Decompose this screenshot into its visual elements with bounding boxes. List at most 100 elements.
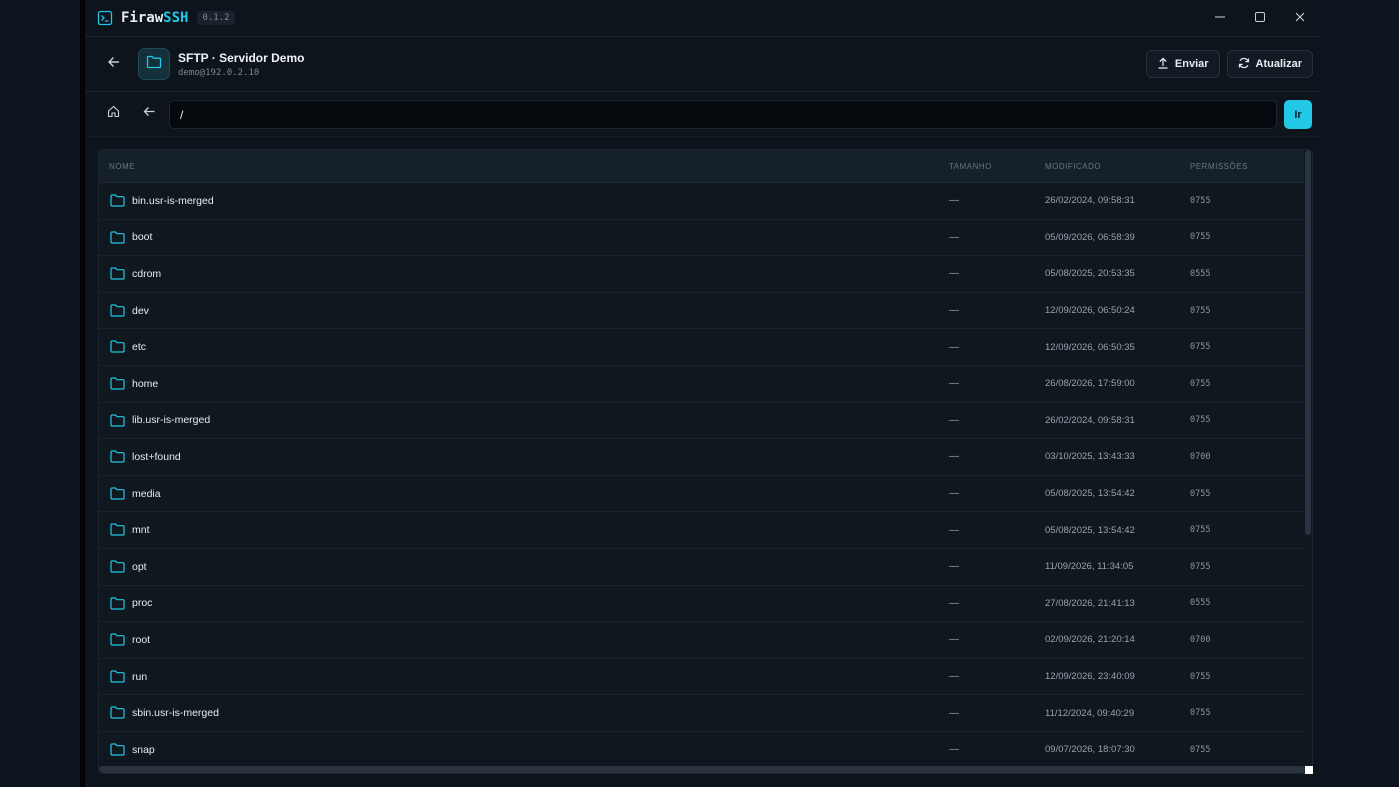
table-header: NOME TAMANHO MODIFICADO PERMISSÕES bbox=[99, 150, 1312, 183]
row-modified: 03/10/2025, 13:43:33 bbox=[1045, 451, 1135, 463]
close-button[interactable] bbox=[1280, 0, 1320, 37]
table-body: bin.usr-is-merged — 26/02/2024, 09:58:31… bbox=[99, 183, 1305, 769]
header-actions: Enviar Atualizar bbox=[1145, 50, 1313, 78]
table-row[interactable]: mnt — 05/08/2025, 13:54:42 0755 bbox=[99, 512, 1305, 549]
refresh-icon bbox=[1238, 57, 1250, 72]
minimize-button[interactable] bbox=[1200, 0, 1240, 37]
row-modified: 26/02/2024, 09:58:31 bbox=[1045, 414, 1135, 426]
row-name: media bbox=[132, 487, 161, 500]
background-left bbox=[0, 0, 80, 787]
column-header-permissions[interactable]: PERMISSÕES bbox=[1190, 162, 1248, 171]
upload-button[interactable]: Enviar bbox=[1145, 50, 1220, 78]
vertical-scrollbar-thumb[interactable] bbox=[1305, 150, 1311, 535]
row-size: — bbox=[949, 634, 959, 646]
row-modified: 11/09/2026, 11:34:05 bbox=[1045, 561, 1134, 573]
table-row[interactable]: lost+found — 03/10/2025, 13:43:33 0700 bbox=[99, 439, 1305, 476]
row-name: etc bbox=[132, 341, 147, 354]
table-row[interactable]: run — 12/09/2026, 23:40:09 0755 bbox=[99, 659, 1305, 696]
folder-icon bbox=[110, 340, 125, 353]
row-size: — bbox=[949, 744, 959, 756]
row-modified: 11/12/2024, 09:40:29 bbox=[1045, 707, 1135, 719]
horizontal-scrollbar[interactable] bbox=[99, 766, 1305, 773]
vertical-scrollbar-track[interactable] bbox=[1304, 150, 1312, 773]
row-name: dev bbox=[132, 304, 149, 317]
window-controls bbox=[1200, 0, 1320, 37]
column-header-name[interactable]: NOME bbox=[109, 162, 135, 171]
connection-folder-badge bbox=[138, 48, 170, 80]
row-permissions: 0755 bbox=[1190, 232, 1211, 243]
row-name: opt bbox=[132, 560, 147, 573]
arrow-left-icon bbox=[107, 55, 121, 74]
row-size: — bbox=[949, 378, 959, 390]
row-permissions: 0755 bbox=[1190, 708, 1211, 719]
folder-icon bbox=[110, 194, 125, 207]
row-modified: 05/08/2025, 13:54:42 bbox=[1045, 524, 1135, 536]
back-button[interactable] bbox=[103, 53, 125, 75]
path-back-button[interactable] bbox=[141, 106, 157, 122]
table-row[interactable]: lib.usr-is-merged — 26/02/2024, 09:58:31… bbox=[99, 403, 1305, 440]
table-row[interactable]: boot — 05/09/2026, 06:58:39 0755 bbox=[99, 220, 1305, 257]
table-row[interactable]: root — 02/09/2026, 21:20:14 0700 bbox=[99, 622, 1305, 659]
go-button[interactable]: Ir bbox=[1284, 100, 1312, 129]
row-size: — bbox=[949, 231, 959, 243]
table-row[interactable]: bin.usr-is-merged — 26/02/2024, 09:58:31… bbox=[99, 183, 1305, 220]
maximize-button[interactable] bbox=[1240, 0, 1280, 37]
folder-icon bbox=[110, 670, 125, 683]
column-header-modified[interactable]: MODIFICADO bbox=[1045, 162, 1101, 171]
row-name: root bbox=[132, 633, 151, 646]
row-name: bin.usr-is-merged bbox=[132, 194, 214, 207]
home-icon bbox=[107, 105, 120, 123]
row-modified: 05/09/2026, 06:58:39 bbox=[1045, 231, 1135, 243]
path-input[interactable] bbox=[169, 100, 1277, 129]
maximize-icon bbox=[1254, 10, 1266, 28]
path-bar: Ir bbox=[85, 92, 1320, 137]
upload-icon bbox=[1157, 57, 1169, 72]
row-permissions: 0755 bbox=[1190, 561, 1211, 572]
table-row[interactable]: dev — 12/09/2026, 06:50:24 0755 bbox=[99, 293, 1305, 330]
row-name: snap bbox=[132, 743, 155, 756]
title-bar: FirawSSH 0.1.2 bbox=[85, 0, 1320, 37]
table-row[interactable]: proc — 27/08/2026, 21:41:13 0555 bbox=[99, 586, 1305, 623]
table-row[interactable]: cdrom — 05/08/2025, 20:53:35 0555 bbox=[99, 256, 1305, 293]
row-size: — bbox=[949, 561, 959, 573]
refresh-button[interactable]: Atualizar bbox=[1226, 50, 1313, 78]
table-row[interactable]: home — 26/08/2026, 17:59:00 0755 bbox=[99, 366, 1305, 403]
row-name: home bbox=[132, 377, 159, 390]
folder-icon bbox=[110, 413, 125, 427]
app-name-accent: SSH bbox=[163, 10, 189, 26]
folder-icon bbox=[110, 450, 125, 463]
row-modified: 27/08/2026, 21:41:13 bbox=[1045, 597, 1135, 609]
row-permissions: 0755 bbox=[1190, 525, 1211, 536]
table-row[interactable]: media — 05/08/2025, 13:54:42 0755 bbox=[99, 476, 1305, 513]
folder-icon bbox=[110, 377, 125, 390]
connection-title: SFTP · Servidor Demo bbox=[178, 50, 305, 65]
row-modified: 09/07/2026, 18:07:30 bbox=[1045, 744, 1135, 756]
row-permissions: 0700 bbox=[1190, 451, 1211, 462]
column-header-size[interactable]: TAMANHO bbox=[949, 162, 992, 171]
row-permissions: 0755 bbox=[1190, 378, 1211, 389]
connection-host: demo@192.0.2.10 bbox=[178, 67, 260, 78]
folder-icon bbox=[110, 596, 125, 610]
version-badge: 0.1.2 bbox=[197, 11, 235, 25]
row-size: — bbox=[949, 414, 959, 426]
table-row[interactable]: sbin.usr-is-merged — 11/12/2024, 09:40:2… bbox=[99, 695, 1305, 732]
row-size: — bbox=[949, 707, 959, 719]
row-modified: 12/09/2026, 23:40:09 bbox=[1045, 671, 1135, 683]
row-permissions: 0755 bbox=[1190, 305, 1211, 316]
app-window: FirawSSH 0.1.2 SFTP · Servidor Demo demo… bbox=[85, 0, 1320, 787]
row-size: — bbox=[949, 597, 959, 609]
table-row[interactable]: etc — 12/09/2026, 06:50:35 0755 bbox=[99, 329, 1305, 366]
row-name: mnt bbox=[132, 524, 150, 537]
arrow-left-icon bbox=[143, 105, 156, 123]
home-button[interactable] bbox=[105, 105, 121, 123]
folder-icon bbox=[110, 304, 125, 317]
row-modified: 12/09/2026, 06:50:35 bbox=[1045, 341, 1135, 353]
table-row[interactable]: snap — 09/07/2026, 18:07:30 0755 bbox=[99, 732, 1305, 769]
close-icon bbox=[1294, 10, 1306, 28]
row-permissions: 0755 bbox=[1190, 488, 1211, 499]
row-size: — bbox=[949, 305, 959, 317]
table-row[interactable]: opt — 11/09/2026, 11:34:05 0755 bbox=[99, 549, 1305, 586]
resize-corner[interactable] bbox=[1305, 766, 1313, 774]
app-name-primary: Firaw bbox=[121, 10, 164, 26]
row-modified: 02/09/2026, 21:20:14 bbox=[1045, 634, 1135, 646]
